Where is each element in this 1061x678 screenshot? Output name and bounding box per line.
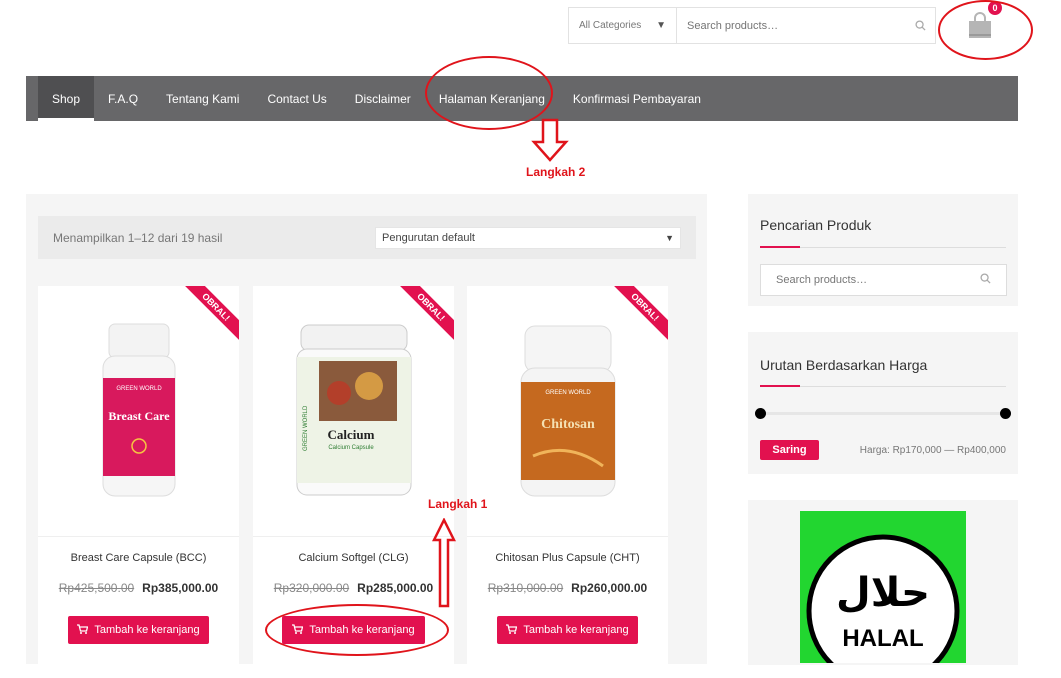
product-price: Rp320,000.00 Rp285,000.00 (253, 581, 454, 595)
sidebar-search-widget: Pencarian Produk Search products… (748, 194, 1018, 306)
product-brand-text: GREEN WORLD (116, 386, 162, 392)
nav-item-konfirmasi-pembayaran[interactable]: Konfirmasi Pembayaran (559, 76, 715, 121)
product-label-text: Breast Care (108, 409, 170, 423)
category-select-label: All Categories (579, 20, 642, 31)
sale-ribbon: OBRAL! (610, 286, 668, 344)
add-to-cart-label: Tambah ke keranjang (94, 624, 200, 636)
chevron-down-icon: ▼ (656, 20, 666, 31)
nav-item-disclaimer[interactable]: Disclaimer (341, 76, 425, 121)
result-count: Menampilkan 1–12 dari 19 hasil (53, 230, 223, 245)
search-icon[interactable] (905, 20, 935, 31)
annotation-step-2: Langkah 2 (526, 165, 586, 179)
halal-arabic-text: حلال (836, 570, 930, 616)
widget-title: Urutan Berdasarkan Harga (760, 357, 928, 373)
old-price: Rp310,000.00 (487, 581, 564, 595)
annotation-arrow-up (432, 518, 456, 608)
cart-icon (77, 623, 89, 637)
page: All Categories ▼ 0 Shop F.A.Q Tentang Ka… (0, 0, 1061, 678)
halal-logo: حلال HALAL (800, 511, 966, 663)
annotation-circle-add-to-cart (265, 604, 449, 656)
product-card[interactable]: GREEN WORLD Chitosan OBRAL! Chitosan Plu… (467, 286, 668, 666)
shop-main: Menampilkan 1–12 dari 19 hasil Penguruta… (26, 194, 707, 666)
sidebar-search-input[interactable]: Search products… (760, 264, 1007, 296)
cart-icon (506, 623, 518, 637)
product-label-text: Calcium (327, 427, 374, 442)
annotation-step-1: Langkah 1 (428, 497, 488, 511)
add-to-cart-button[interactable]: Tambah ke keranjang (68, 616, 209, 644)
price-slider-max-handle[interactable] (1000, 408, 1011, 419)
sale-price: Rp285,000.00 (357, 581, 434, 595)
product-name[interactable]: Calcium Softgel (CLG) (253, 552, 454, 564)
chevron-down-icon: ▼ (665, 232, 674, 243)
product-brand-text: GREEN WORLD (303, 405, 309, 451)
add-to-cart-label: Tambah ke keranjang (523, 624, 629, 636)
sidebar-search-placeholder: Search products… (776, 274, 868, 286)
filter-button[interactable]: Saring (760, 440, 819, 460)
shop-toolbar: Menampilkan 1–12 dari 19 hasil Penguruta… (38, 216, 696, 259)
sale-ribbon: OBRAL! (396, 286, 454, 344)
orderby-select[interactable]: Pengurutan default ▼ (375, 226, 681, 249)
widget-title: Pencarian Produk (760, 217, 872, 233)
nav-item-contact-us[interactable]: Contact Us (253, 76, 340, 121)
nav-item-faq[interactable]: F.A.Q (94, 76, 152, 121)
annotation-circle-cart (938, 0, 1033, 60)
search-icon[interactable] (980, 273, 991, 287)
header-search-bar: All Categories ▼ (568, 7, 936, 44)
price-range-label: Harga: Rp170,000 — Rp400,000 (859, 445, 1006, 456)
annotation-arrow-down (531, 118, 569, 162)
category-select[interactable]: All Categories ▼ (569, 8, 677, 43)
halal-text: HALAL (842, 625, 923, 652)
add-to-cart-button[interactable]: Tambah ke keranjang (497, 616, 638, 644)
product-name[interactable]: Breast Care Capsule (BCC) (38, 552, 239, 564)
product-name[interactable]: Chitosan Plus Capsule (CHT) (467, 552, 668, 564)
old-price: Rp425,500.00 (58, 581, 135, 595)
product-price: Rp310,000.00 Rp260,000.00 (467, 581, 668, 595)
sale-price: Rp260,000.00 (571, 581, 648, 595)
sale-price: Rp385,000.00 (142, 581, 219, 595)
product-brand-text: GREEN WORLD (545, 390, 591, 396)
nav-item-tentang-kami[interactable]: Tentang Kami (152, 76, 253, 121)
sale-ribbon: OBRAL! (181, 286, 239, 344)
price-slider[interactable] (755, 408, 1011, 419)
product-card[interactable]: GREEN WORLD Breast Care OBRAL! Breast Ca… (38, 286, 239, 666)
nav-item-shop[interactable]: Shop (38, 76, 95, 121)
orderby-value: Pengurutan default (382, 231, 475, 244)
price-slider-min-handle[interactable] (755, 408, 766, 419)
product-sublabel-text: Calcium Capsule (328, 445, 374, 451)
product-label-text: Chitosan (541, 417, 595, 432)
old-price: Rp320,000.00 (273, 581, 350, 595)
product-price: Rp425,500.00 Rp385,000.00 (38, 581, 239, 595)
header-search-input[interactable] (677, 8, 905, 43)
